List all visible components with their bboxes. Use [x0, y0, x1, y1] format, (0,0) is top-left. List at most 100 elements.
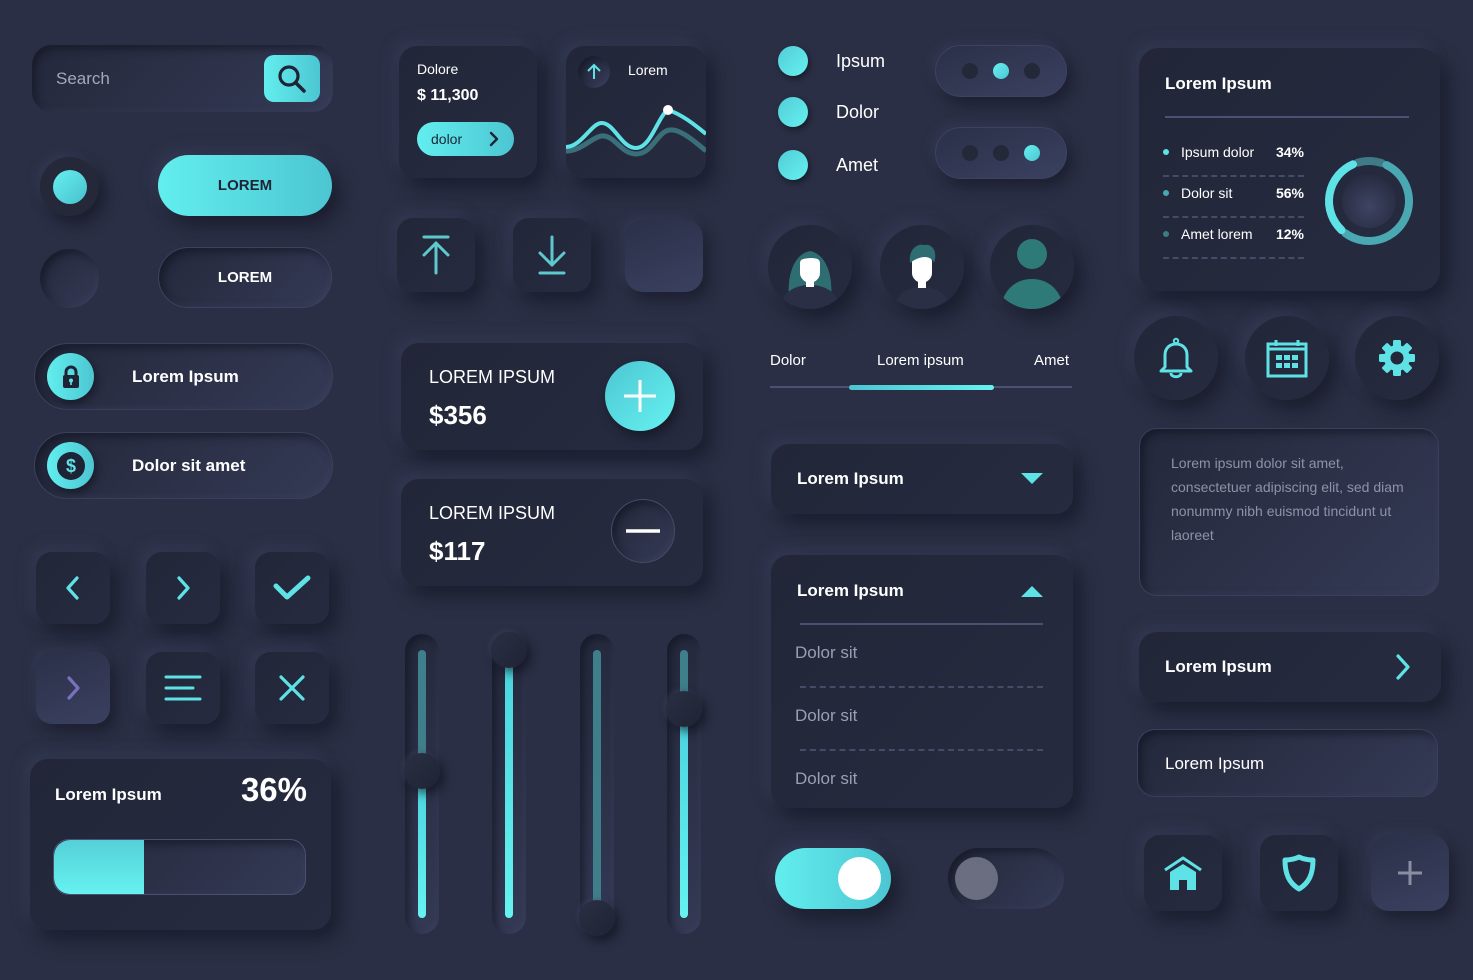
- avatar-generic[interactable]: [990, 225, 1074, 309]
- text-input[interactable]: [1165, 750, 1405, 778]
- pagination-dots[interactable]: [935, 45, 1067, 97]
- radio-dot: [52, 169, 87, 204]
- progress-fill: [54, 840, 145, 894]
- money-card-amount: $356: [429, 400, 487, 430]
- radio-dot: [778, 150, 808, 180]
- search-input[interactable]: [56, 65, 256, 93]
- slider-knob[interactable]: [404, 752, 440, 789]
- slider-knob[interactable]: [666, 690, 702, 727]
- toggle-off[interactable]: [948, 848, 1064, 909]
- money-card-label: LOREM IPSUM: [429, 503, 556, 523]
- minus-icon: [626, 529, 660, 533]
- stat-row: Amet lorem 12%: [1163, 218, 1304, 259]
- radio-option[interactable]: Ipsum: [778, 46, 885, 76]
- dropdown-label: Lorem Ipsum: [797, 469, 904, 488]
- donut-segment-amet-lorem: [1353, 157, 1386, 168]
- menu-icon: [164, 675, 202, 701]
- calendar-button[interactable]: [1245, 316, 1329, 400]
- download-button[interactable]: [513, 218, 591, 292]
- trend-up-badge: [578, 56, 610, 88]
- lock-list-item[interactable]: Lorem Ipsum: [34, 343, 333, 410]
- next-button[interactable]: [146, 552, 220, 624]
- stat-row: Ipsum dolor 34%: [1163, 136, 1304, 177]
- radio-dot: [778, 46, 808, 76]
- vertical-slider[interactable]: [404, 634, 440, 934]
- bullet-icon: [1163, 149, 1169, 155]
- page-dot-active[interactable]: [993, 63, 1009, 79]
- home-button[interactable]: [1144, 835, 1222, 911]
- vertical-slider[interactable]: [666, 634, 702, 934]
- caret-up-icon[interactable]: [1021, 586, 1043, 597]
- radio-label: Dolor: [836, 101, 880, 122]
- upload-button[interactable]: [397, 218, 475, 292]
- previous-button[interactable]: [36, 552, 110, 624]
- radio-selected[interactable]: [40, 157, 99, 216]
- lock-item-label: Lorem Ipsum: [132, 366, 239, 386]
- text-area[interactable]: Lorem ipsum dolor sit amet, consectetuer…: [1139, 428, 1439, 596]
- slider-knob[interactable]: [579, 900, 615, 936]
- page-dot[interactable]: [962, 145, 978, 161]
- page-dot[interactable]: [1024, 63, 1040, 79]
- close-button[interactable]: [255, 652, 329, 724]
- svg-text:$: $: [65, 456, 75, 476]
- page-dot[interactable]: [993, 145, 1009, 161]
- dropdown-option[interactable]: Dolor sit: [795, 769, 857, 789]
- next-button-pressed[interactable]: [36, 652, 110, 724]
- divider: [1165, 116, 1409, 118]
- vertical-slider[interactable]: [579, 634, 615, 936]
- tab-amet[interactable]: Amet: [1034, 352, 1069, 369]
- tab-bar: Dolor Lorem ipsum Amet: [770, 352, 1072, 392]
- tab-dolor[interactable]: Dolor: [770, 352, 806, 369]
- radio-option[interactable]: Amet: [778, 150, 878, 180]
- dollar-list-item[interactable]: $ Dolor sit amet: [34, 432, 333, 499]
- vertical-slider[interactable]: [491, 632, 527, 934]
- dropdown-label[interactable]: Lorem Ipsum: [797, 581, 904, 601]
- menu-button[interactable]: [146, 652, 220, 724]
- slider-fill: [505, 650, 513, 918]
- balance-action-label: dolor: [431, 131, 463, 147]
- money-card-subtract: LOREM IPSUM $117: [401, 479, 703, 586]
- avatar-female[interactable]: [768, 225, 852, 309]
- progress-bar: [53, 839, 306, 895]
- avatar-male[interactable]: [880, 225, 964, 309]
- divider: [800, 686, 1043, 688]
- male-user-icon: [894, 244, 950, 309]
- tab-lorem-ipsum[interactable]: Lorem ipsum: [877, 352, 964, 369]
- chevron-right-icon: [489, 131, 499, 147]
- dropdown-option[interactable]: Dolor sit: [795, 706, 857, 726]
- close-icon: [279, 675, 305, 701]
- bullet-icon: [1163, 190, 1169, 196]
- dropdown-option[interactable]: Dolor sit: [795, 643, 857, 663]
- notifications-button[interactable]: [1134, 316, 1218, 400]
- radio-unselected[interactable]: [40, 249, 99, 308]
- blank-pressed-button[interactable]: [625, 220, 703, 292]
- toggle-on[interactable]: [775, 848, 891, 909]
- security-button[interactable]: [1260, 835, 1338, 911]
- stat-value: 34%: [1275, 144, 1304, 160]
- slider-knob[interactable]: [491, 632, 527, 668]
- search-button[interactable]: [264, 55, 320, 102]
- page-dot[interactable]: [962, 63, 978, 79]
- subtract-button[interactable]: [611, 499, 675, 563]
- arrow-up-icon: [587, 63, 601, 79]
- upload-icon: [422, 235, 450, 275]
- balance-action-button[interactable]: dolor: [417, 122, 514, 156]
- add-button[interactable]: [605, 361, 675, 431]
- pagination-dots[interactable]: [935, 127, 1067, 179]
- primary-button[interactable]: LOREM: [158, 155, 332, 216]
- money-card-add: LOREM IPSUM $356: [401, 343, 703, 450]
- stat-label: Dolor sit: [1181, 185, 1233, 201]
- donut-center: [1342, 174, 1396, 228]
- page-dot-active[interactable]: [1024, 145, 1040, 161]
- confirm-button[interactable]: [255, 552, 329, 624]
- secondary-button[interactable]: LOREM: [158, 247, 332, 308]
- nav-list-item[interactable]: Lorem Ipsum: [1139, 632, 1441, 702]
- stat-value: 56%: [1275, 185, 1304, 201]
- chevron-right-icon: [177, 576, 190, 600]
- settings-button[interactable]: [1355, 316, 1439, 400]
- stats-title: Lorem Ipsum: [1165, 74, 1272, 93]
- radio-option[interactable]: Dolor: [778, 97, 879, 127]
- add-button-pressed[interactable]: [1371, 835, 1449, 911]
- dropdown-closed[interactable]: Lorem Ipsum: [771, 444, 1073, 514]
- trend-label: Lorem: [628, 62, 668, 78]
